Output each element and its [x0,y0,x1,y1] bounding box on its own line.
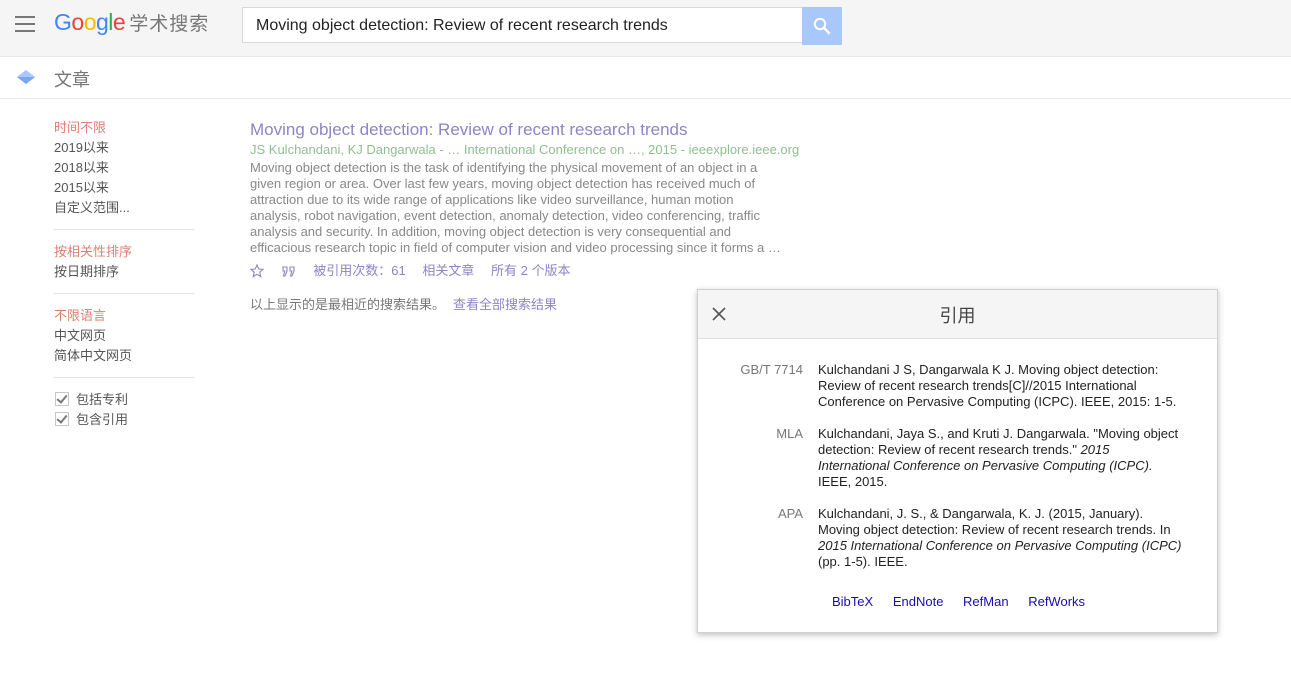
citation-text[interactable]: Kulchandani, J. S., & Dangarwala, K. J. … [818,506,1183,570]
sort-by-date[interactable]: 按日期排序 [54,262,194,282]
filter-since-2019[interactable]: 2019以来 [54,138,194,158]
citation-text[interactable]: Kulchandani, Jaya S., and Kruti J. Danga… [818,426,1183,490]
citation-format-label: APA [777,506,803,521]
result-snippet: Moving object detection is the task of i… [250,160,781,255]
divider [54,293,194,294]
divider [54,377,194,378]
filter-sidebar: 时间不限 2019以来 2018以来 2015以来 自定义范围... 按相关性排… [54,118,194,430]
closest-results-note: 以上显示的是最相近的搜索结果。 查看全部搜索结果 [250,297,558,312]
cite-dialog: 引用 GB/T 7714 Kulchandani J S, Dangarwala… [697,289,1218,633]
search-result: Moving object detection: Review of recen… [250,119,800,280]
filter-custom-range[interactable]: 自定义范围... [54,198,194,218]
scholar-cap-icon [17,70,35,84]
filter-any-language[interactable]: 不限语言 [54,306,194,326]
page-title: 文章 [54,70,90,90]
filter-since-2015[interactable]: 2015以来 [54,178,194,198]
filter-chinese-pages[interactable]: 中文网页 [54,326,194,346]
top-bar: Google 学术搜索 Moving object detection: Revi… [0,0,1291,57]
citation-text[interactable]: Kulchandani J S, Dangarwala K J. Moving … [818,362,1183,410]
cite-quote-icon[interactable] [281,264,297,278]
search-icon [813,17,831,35]
result-actions: 被引用次数：61 相关文章 所有 2 个版本 [250,260,800,280]
divider [54,229,194,230]
refworks-link[interactable]: RefWorks [1028,594,1085,609]
logo-suffix: 学术搜索 [129,14,210,35]
all-versions-link[interactable]: 所有 2 个版本 [491,261,570,281]
result-authors: JS Kulchandani, KJ Dangarwala - … Intern… [250,142,800,157]
include-patents-checkbox[interactable]: 包括专利 [54,390,194,410]
google-scholar-logo[interactable]: Google 学术搜索 [54,9,209,36]
citation-format-label: MLA [776,426,803,441]
dialog-title: 引用 [939,306,976,326]
filter-simplified-chinese-pages[interactable]: 简体中文网页 [54,346,194,366]
search-button[interactable] [802,7,842,45]
dialog-header: 引用 [698,290,1217,339]
bibtex-link[interactable]: BibTeX [832,594,873,609]
show-all-results-link[interactable]: 查看全部搜索结果 [453,297,557,312]
star-icon[interactable] [250,263,264,278]
endnote-link[interactable]: EndNote [893,594,944,609]
cited-by-link[interactable]: 被引用次数：61 [313,261,405,281]
sort-by-relevance[interactable]: 按相关性排序 [54,242,194,262]
filter-any-time[interactable]: 时间不限 [54,118,194,138]
checkmark-icon [55,392,69,406]
include-citations-checkbox[interactable]: 包含引用 [54,410,194,430]
related-articles-link[interactable]: 相关文章 [422,261,474,281]
refman-link[interactable]: RefMan [963,594,1009,609]
export-links: BibTeX EndNote RefMan RefWorks [832,594,1101,609]
section-bar: 文章 [0,57,1291,99]
hamburger-menu-icon[interactable] [15,16,35,32]
result-title-link[interactable]: Moving object detection: Review of recen… [250,119,800,141]
filter-since-2018[interactable]: 2018以来 [54,158,194,178]
search-input[interactable]: Moving object detection: Review of recen… [242,7,802,43]
citation-format-label: GB/T 7714 [740,362,803,377]
checkmark-icon [55,412,69,426]
